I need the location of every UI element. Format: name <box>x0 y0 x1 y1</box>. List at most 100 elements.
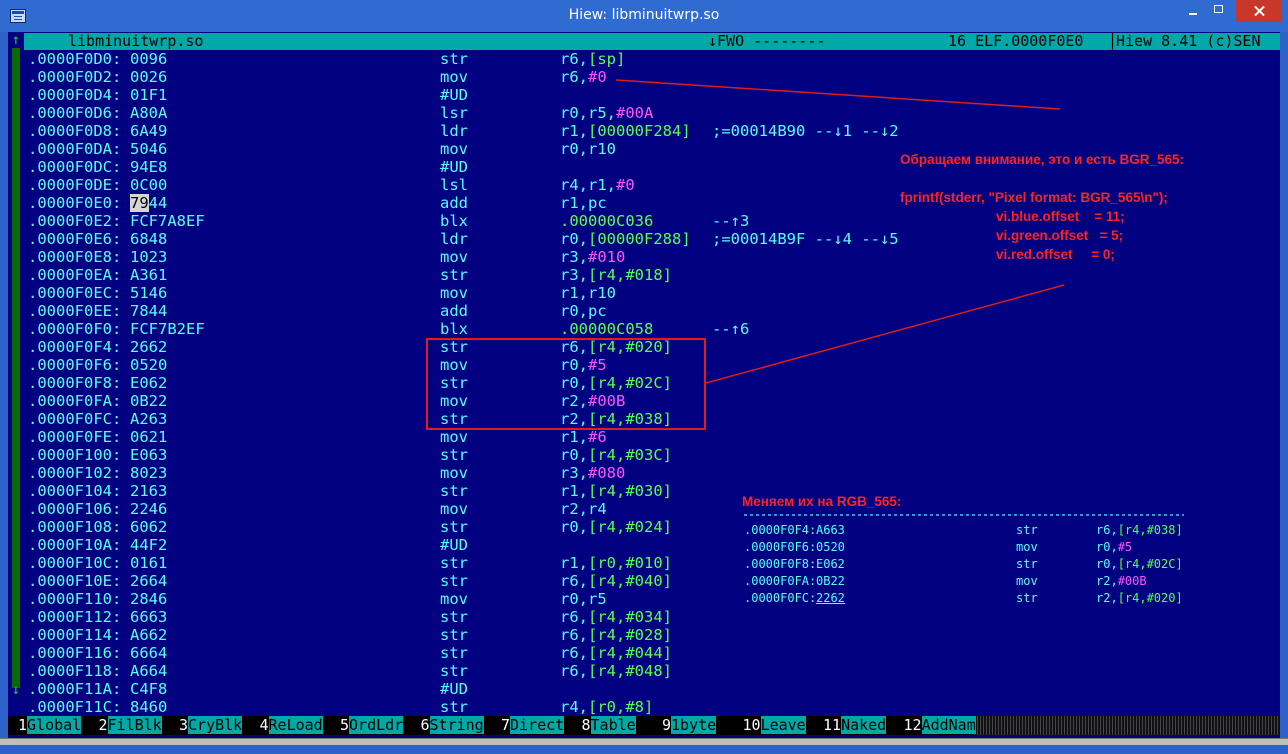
row-comment: ;=00014B9F --↓4 --↓5 <box>712 230 899 248</box>
fkey-3[interactable]: 3CryBlk <box>179 716 243 735</box>
row-opcode: 6663 <box>130 608 168 626</box>
row-mnemonic: str <box>440 554 468 572</box>
status-bar: libminuitwrp.so ↓FWO -------- 16 ELF.000… <box>24 33 1280 50</box>
row-address: .0000F116: <box>28 644 122 662</box>
row-operands: r0,r10 <box>560 140 616 158</box>
listing-row[interactable]: .0000F102: 8023 mov r3,#080 <box>24 464 1280 482</box>
row-opcode: 0B22 <box>130 392 168 410</box>
listing-row[interactable]: .0000F11C: 8460 str r4,[r0,#8] <box>24 698 1280 716</box>
operand-reference: [00000F288] <box>588 230 691 248</box>
listing-row[interactable]: .0000F118: A664 str r6,[r4,#048] <box>24 662 1280 680</box>
scroll-up-icon[interactable]: ↑ <box>9 32 23 48</box>
fkey-10[interactable]: 10Leave <box>743 716 806 735</box>
row-opcode: 2662 <box>130 338 168 356</box>
scroll-down-icon[interactable]: ↓ <box>9 682 23 698</box>
patched-operands: r6,[r4,#038] <box>1096 523 1183 537</box>
row-mnemonic: ldr <box>440 122 468 140</box>
vertical-scrollbar[interactable]: ↑ ↓ <box>8 32 24 718</box>
patched-mnemonic: mov <box>1016 540 1038 554</box>
row-opcode: 8023 <box>130 464 168 482</box>
close-button[interactable] <box>1236 0 1282 22</box>
fkey-number: 2 <box>98 716 108 734</box>
listing-row[interactable]: .0000F0F0: FCF7B2EF blx .00000C058 --↑6 <box>24 320 1280 338</box>
row-operands: r6,[r4,#044] <box>560 644 672 662</box>
row-opcode: 0621 <box>130 428 168 446</box>
fkey-number: 9 <box>662 716 672 734</box>
fkey-label: FilBlk <box>107 716 162 734</box>
fkey-number: 3 <box>179 716 189 734</box>
patched-reference: [r4,#038] <box>1117 523 1183 537</box>
fkey-label: Global <box>27 716 82 734</box>
listing-row[interactable]: .0000F114: A662 str r6,[r4,#028] <box>24 626 1280 644</box>
row-opcode: 8460 <box>130 698 168 716</box>
row-operands: .00000C058 <box>560 320 653 338</box>
row-address: .0000F0D6: <box>28 104 122 122</box>
fkey-6[interactable]: 6String <box>421 716 484 735</box>
listing-row[interactable]: .0000F0D4: 01F1 #UD <box>24 86 1280 104</box>
listing-row[interactable]: .0000F11A: C4F8 #UD <box>24 680 1280 698</box>
fkey-9[interactable]: 91byte <box>662 716 717 735</box>
operand-immediate: #010 <box>588 248 626 266</box>
row-address: .0000F0E6: <box>28 230 122 248</box>
fkey-8[interactable]: 8Table <box>582 716 636 735</box>
fkey-4[interactable]: 4ReLoad <box>260 716 323 735</box>
patched-address: .0000F0F6: <box>744 540 817 554</box>
status-mode: ↓FWO -------- <box>708 32 826 50</box>
listing-row[interactable]: .0000F0D8: 6A49 ldr r1,[00000F284] ;=00014B9… <box>24 122 1280 140</box>
listing-row[interactable]: .0000F0EA: A361 str r3,[r4,#018] <box>24 266 1280 284</box>
row-mnemonic: str <box>440 446 468 464</box>
row-operands: r6,#0 <box>560 68 607 86</box>
patched-address: .0000F0FC: <box>744 591 817 605</box>
fkey-label: CryBlk <box>188 716 243 734</box>
fkey-label: Table <box>590 716 636 734</box>
row-operands: r3,#080 <box>560 464 626 482</box>
status-info: 16 ELF.0000F0E0 <box>948 32 1084 50</box>
status-file: libminuitwrp.so <box>68 32 204 50</box>
fkey-number: 5 <box>340 716 350 734</box>
row-operands: r3,#010 <box>560 248 626 266</box>
maximize-button[interactable] <box>1206 0 1232 22</box>
annotation-blue-offset: vi.blue.offset = 11; <box>996 209 1125 224</box>
row-mnemonic: #UD <box>440 86 468 104</box>
row-address: .0000F0EA: <box>28 266 122 284</box>
operand-reference: [r4,#030] <box>588 482 672 500</box>
fkey-12[interactable]: 12AddNam <box>904 716 976 735</box>
listing-row[interactable]: .0000F100: E063 str r0,[r4,#03C] <box>24 446 1280 464</box>
listing-row[interactable]: .0000F116: 6664 str r6,[r4,#044] <box>24 644 1280 662</box>
listing-row[interactable]: .0000F0EE: 7844 add r0,pc <box>24 302 1280 320</box>
scrollbar-track[interactable] <box>12 48 20 688</box>
row-address: .0000F0F6: <box>28 356 122 374</box>
fkey-1[interactable]: 1Global <box>18 716 82 735</box>
listing-row[interactable]: .0000F0D6: A80A lsr r0,r5,#00A <box>24 104 1280 122</box>
listing-row[interactable]: .0000F0EC: 5146 mov r1,r10 <box>24 284 1280 302</box>
fkey-5[interactable]: 5OrdLdr <box>340 716 404 735</box>
fkey-7[interactable]: 7Direct <box>501 716 565 735</box>
row-mnemonic: add <box>440 194 468 212</box>
fkey-number: 10 <box>742 716 761 734</box>
row-opcode: 6062 <box>130 518 168 536</box>
patched-immediate: #00B <box>1117 574 1147 588</box>
row-operands: r6,[r4,#048] <box>560 662 672 680</box>
listing-row[interactable]: .0000F104: 2163 str r1,[r4,#030] <box>24 482 1280 500</box>
row-address: .0000F0DA: <box>28 140 122 158</box>
row-opcode: 2664 <box>130 572 168 590</box>
row-operands: r1,[00000F284] <box>560 122 691 140</box>
fkey-2[interactable]: 2FilBlk <box>99 716 162 735</box>
row-address: .0000F110: <box>28 590 122 608</box>
patched-top-edge <box>744 514 1184 516</box>
row-mnemonic: str <box>440 518 468 536</box>
minimize-button[interactable] <box>1180 0 1206 22</box>
row-opcode: A361 <box>130 266 168 284</box>
row-address: .0000F0EE: <box>28 302 122 320</box>
row-mnemonic: str <box>440 482 468 500</box>
fkey-11[interactable]: 11Naked <box>823 716 887 735</box>
row-address: .0000F0F4: <box>28 338 122 356</box>
annotation-green-offset: vi.green.offset = 5; <box>996 228 1124 243</box>
listing-row[interactable]: .0000F0D2: 0026 mov r6,#0 <box>24 68 1280 86</box>
listing-row[interactable]: .0000F0FE: 0621 mov r1,#6 <box>24 428 1280 446</box>
row-mnemonic: str <box>440 266 468 284</box>
operand-reference: [r4,#034] <box>588 608 672 626</box>
row-address: .0000F0EC: <box>28 284 122 302</box>
listing-row[interactable]: .0000F0D0: 0096 str r6,[sp] <box>24 50 1280 68</box>
row-mnemonic: mov <box>440 140 468 158</box>
